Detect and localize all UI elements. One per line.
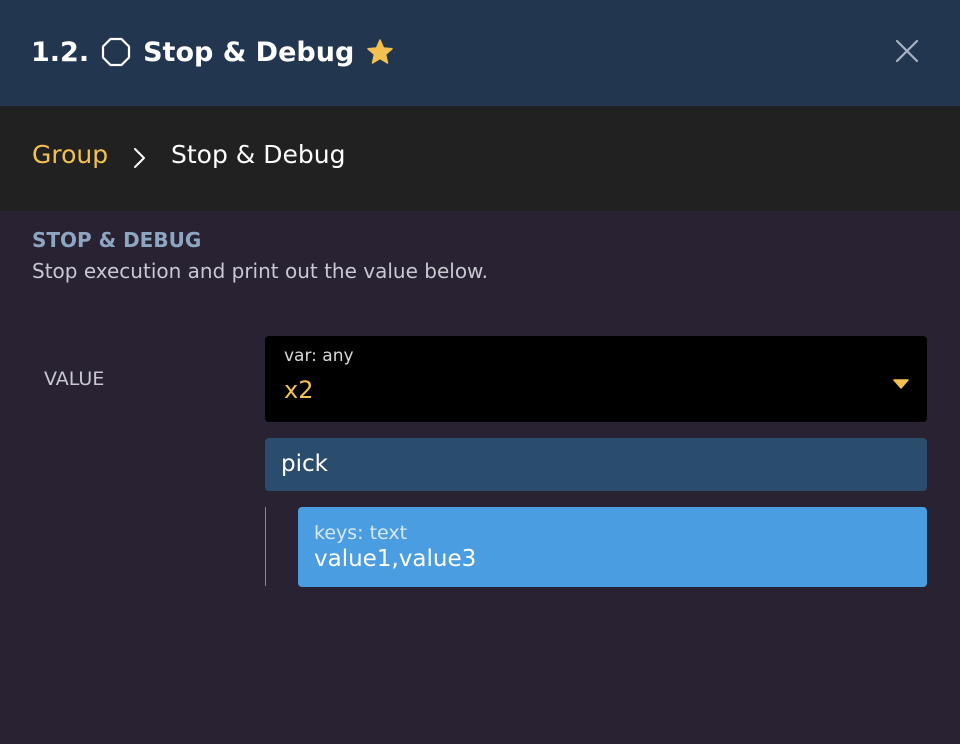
section-description: Stop execution and print out the value b…: [32, 259, 488, 283]
chevron-right-icon: [131, 146, 147, 170]
close-button[interactable]: [892, 36, 922, 66]
nesting-line: [265, 507, 266, 586]
close-icon[interactable]: [892, 36, 922, 66]
pick-operation[interactable]: pick: [265, 438, 927, 491]
pick-operation-label: pick: [281, 451, 328, 477]
modal-title: 1.2. Stop & Debug: [31, 32, 394, 72]
keys-value[interactable]: value1,value3: [314, 546, 476, 572]
step-number: 1.2.: [31, 36, 90, 68]
keys-type-label: keys: text: [314, 522, 408, 544]
keys-input[interactable]: keys: text value1,value3: [298, 507, 927, 587]
breadcrumb-item-current: Stop & Debug: [171, 140, 346, 169]
value-field-label: VALUE: [44, 368, 105, 390]
variable-select[interactable]: var: any x2: [265, 336, 927, 422]
variable-value: x2: [284, 376, 314, 404]
breadcrumb-item-group[interactable]: Group: [32, 140, 108, 169]
section-title: STOP & DEBUG: [32, 228, 202, 252]
step-title: Stop & Debug: [143, 36, 355, 68]
star-icon[interactable]: [366, 38, 394, 66]
variable-type-label: var: any: [284, 346, 354, 366]
caret-down-icon[interactable]: [893, 374, 909, 389]
octagon-icon: [101, 37, 131, 67]
